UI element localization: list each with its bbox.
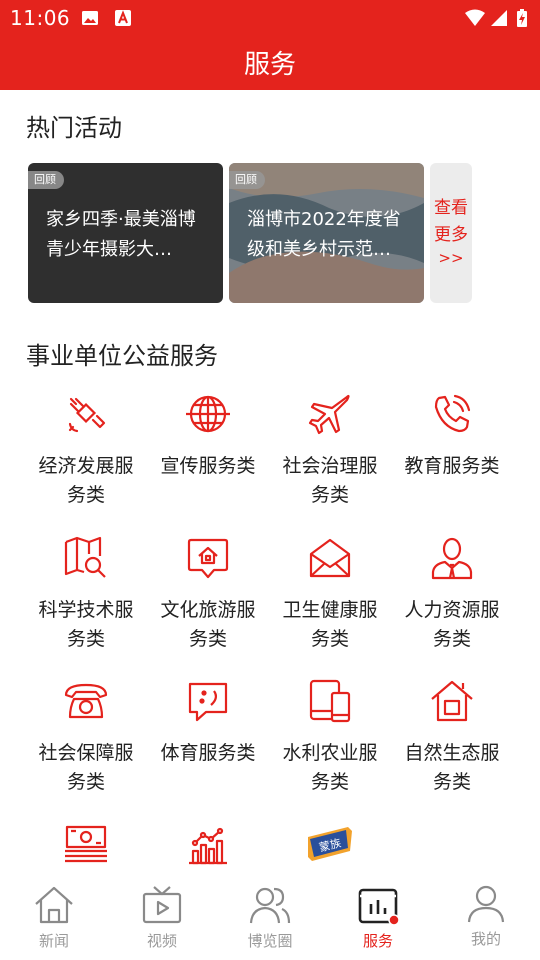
service-label: 社会保障服务类 <box>38 742 134 793</box>
service-label: 体育服务类 <box>160 742 256 764</box>
tab-expo-circle[interactable]: 博览圈 <box>216 872 324 960</box>
globe-icon <box>186 395 230 433</box>
service-sports[interactable]: 体育服务类 <box>147 677 269 768</box>
service-science-technology[interactable]: 科学技术服务类 <box>25 534 147 654</box>
services-screen: 11:06 服务 热门活动 回顾 家乡四季·最美淄博青少年摄影大… 回顾 淄博市… <box>0 0 540 960</box>
view-more-line-2: 更多 <box>434 225 468 245</box>
tab-services[interactable]: 服务 <box>324 872 432 960</box>
service-mongol-tag[interactable]: 蒙族 <box>269 821 391 869</box>
bottom-navigation: 新闻 视频 博览圈 服务 我的 <box>0 872 540 960</box>
service-publicity[interactable]: 宣传服务类 <box>147 390 269 481</box>
house-icon <box>431 680 473 722</box>
public-services-title: 事业单位公益服务 <box>26 342 218 370</box>
service-statistics[interactable] <box>147 821 269 869</box>
status-time: 11:06 <box>10 6 71 30</box>
chat-bubble-icon <box>188 682 228 722</box>
service-label: 水利农业服务类 <box>282 742 378 793</box>
money-stack-icon <box>65 825 107 863</box>
service-health[interactable]: 卫生健康服务类 <box>269 534 391 654</box>
service-label: 教育服务类 <box>404 455 500 477</box>
view-more-line-1: 查看 <box>434 198 468 218</box>
envelope-icon <box>309 538 351 578</box>
status-bar: 11:06 <box>0 0 540 36</box>
service-natural-ecology[interactable]: 自然生态服务类 <box>391 677 513 797</box>
header-bar: 服务 <box>0 36 540 90</box>
service-chart-icon <box>358 888 399 926</box>
tab-video[interactable]: 视频 <box>108 872 216 960</box>
tv-icon <box>142 886 182 924</box>
user-icon <box>467 885 505 923</box>
service-label: 社会治理服务类 <box>282 455 378 506</box>
person-icon <box>431 537 473 580</box>
phone-call-icon <box>434 394 471 433</box>
activity-card[interactable]: 回顾 淄博市2022年度省级和美乡村示范… <box>229 163 424 303</box>
view-more-button[interactable]: 查看 更多 >> <box>430 163 472 303</box>
home-icon <box>35 886 73 924</box>
service-human-resources[interactable]: 人力资源服务类 <box>391 534 513 654</box>
map-search-icon <box>64 536 106 578</box>
review-badge: 回顾 <box>229 171 265 189</box>
bar-chart-icon <box>189 827 227 865</box>
tab-news[interactable]: 新闻 <box>0 872 108 960</box>
tab-label: 博览圈 <box>247 932 293 950</box>
view-more-arrows: >> <box>438 249 464 267</box>
tab-label: 服务 <box>362 932 393 950</box>
image-icon <box>82 11 98 25</box>
wifi-icon <box>465 9 485 26</box>
devices-icon <box>309 679 351 723</box>
review-badge: 回顾 <box>28 171 64 189</box>
people-icon <box>249 887 291 924</box>
battery-icon <box>517 9 527 27</box>
hot-activities-title: 热门活动 <box>26 114 122 142</box>
service-water-agriculture[interactable]: 水利农业服务类 <box>269 677 391 797</box>
telephone-icon <box>64 683 108 719</box>
activity-card[interactable]: 回顾 家乡四季·最美淄博青少年摄影大… <box>28 163 223 303</box>
tab-label: 新闻 <box>38 932 69 950</box>
satellite-icon <box>68 397 106 433</box>
ribbon-tag-icon: 蒙族 <box>308 827 352 861</box>
home-bubble-icon <box>187 538 229 579</box>
service-label: 经济发展服务类 <box>38 455 134 506</box>
tab-label: 我的 <box>470 930 501 948</box>
service-label: 文化旅游服务类 <box>160 599 256 650</box>
service-label: 卫生健康服务类 <box>282 599 378 650</box>
signal-icon <box>491 10 507 26</box>
airplane-icon <box>308 394 350 435</box>
service-education[interactable]: 教育服务类 <box>391 390 513 481</box>
tab-label: 视频 <box>146 932 177 950</box>
service-label: 科学技术服务类 <box>38 599 134 650</box>
activity-card-title: 家乡四季·最美淄博青少年摄影大… <box>46 209 196 260</box>
service-social-security[interactable]: 社会保障服务类 <box>25 677 147 797</box>
service-finance[interactable] <box>25 821 147 869</box>
a-badge-icon <box>115 10 131 26</box>
activity-card-title: 淄博市2022年度省级和美乡村示范… <box>247 209 401 260</box>
service-social-governance[interactable]: 社会治理服务类 <box>269 390 391 510</box>
service-culture-tourism[interactable]: 文化旅游服务类 <box>147 534 269 654</box>
service-label: 人力资源服务类 <box>404 599 500 650</box>
service-label: 自然生态服务类 <box>404 742 500 793</box>
service-economic-development[interactable]: 经济发展服务类 <box>25 390 147 510</box>
service-label: 宣传服务类 <box>160 455 256 477</box>
page-title: 服务 <box>243 50 296 80</box>
tab-mine[interactable]: 我的 <box>432 872 540 960</box>
